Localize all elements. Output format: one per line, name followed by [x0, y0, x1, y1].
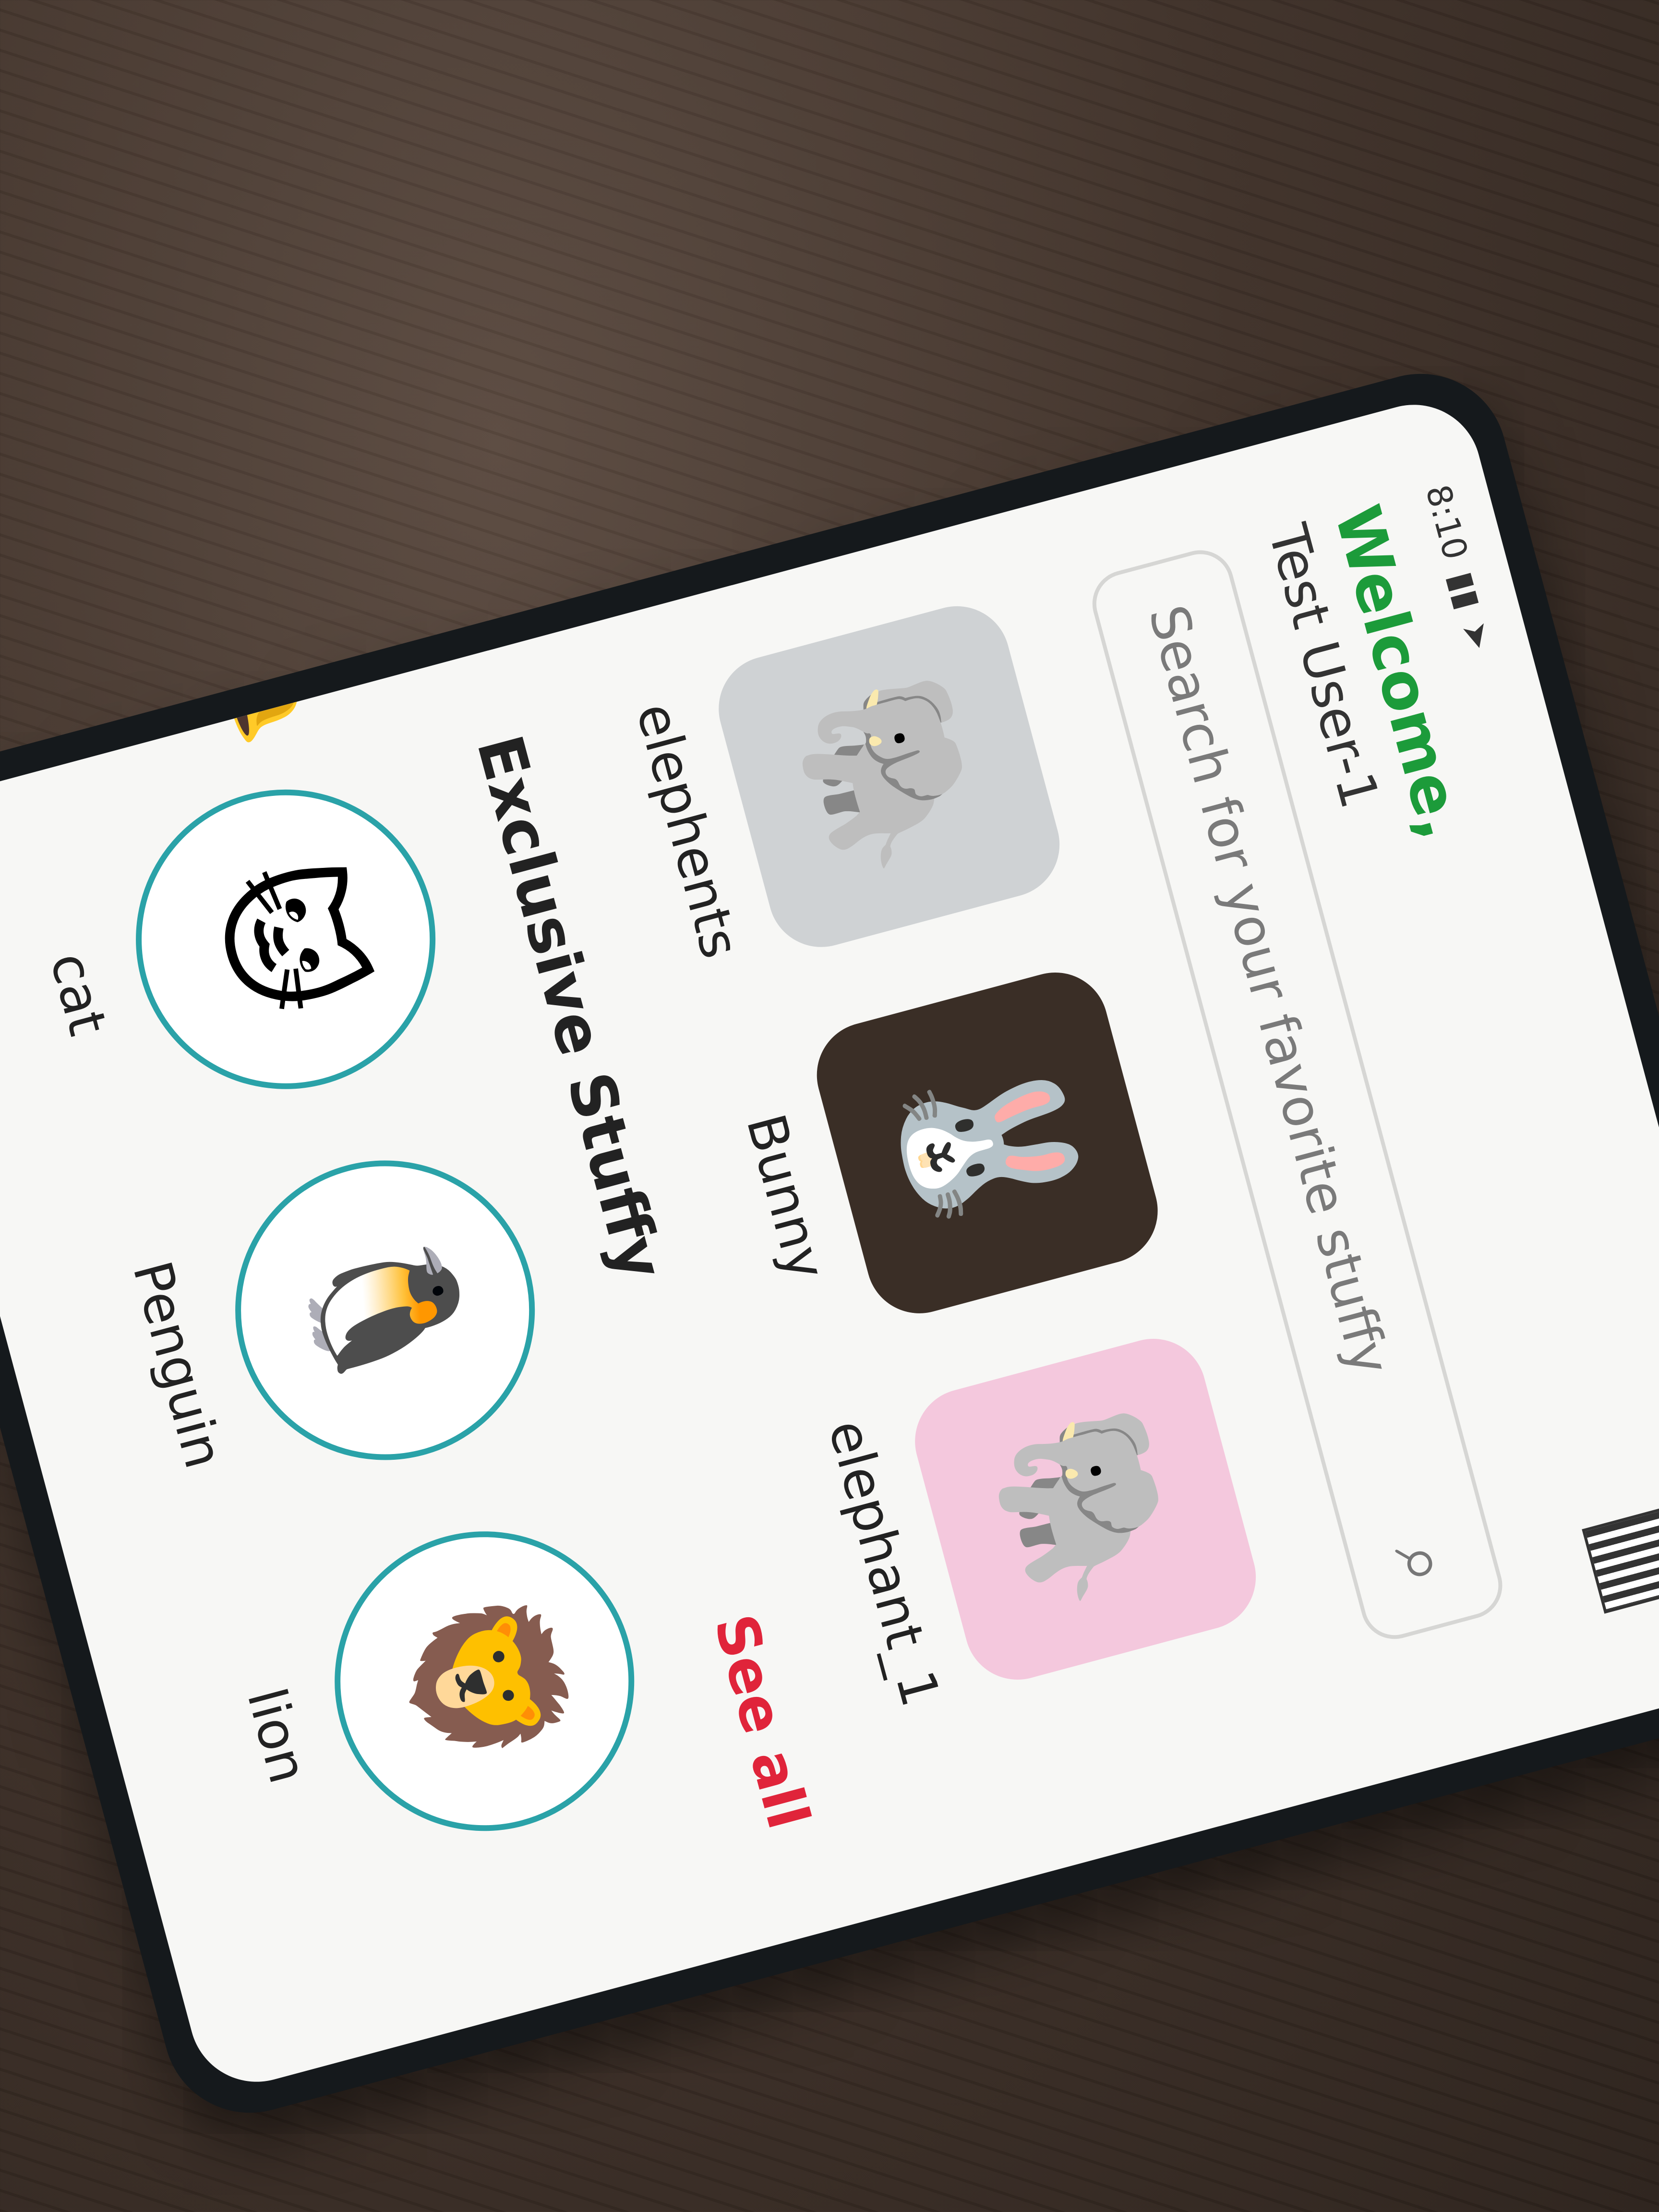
qr-code-icon[interactable]	[1582, 1506, 1659, 1614]
circle-penguin[interactable]: 🐧 Penguin	[110, 1127, 569, 1516]
elephant-pink-plush-icon: 🐘	[903, 1327, 1268, 1692]
card-elephant-1[interactable]: 🐘 elephant_1	[816, 1327, 1268, 1715]
signal-icon: ▮▮	[1441, 567, 1489, 613]
circle-lion[interactable]: 🦁 lion	[209, 1498, 668, 1887]
penguin-plush-icon: 🐧	[202, 1127, 569, 1494]
circle-label: Penguin	[121, 1255, 235, 1475]
circle-label: lion	[235, 1682, 320, 1790]
card-bunny[interactable]: 🐰 Bunny	[718, 961, 1170, 1348]
lion-plush-icon: 🦁	[301, 1498, 668, 1865]
bunny-plush-icon: 🐰	[805, 961, 1170, 1325]
see-all-link[interactable]: See all	[701, 1608, 822, 1836]
elephant-plush-icon: 🐘	[707, 594, 1071, 959]
cat-plush-icon: 🐱	[102, 756, 469, 1123]
card-elephents[interactable]: 🐘 elephents	[620, 594, 1071, 982]
status-time: 8:10	[1418, 481, 1476, 564]
location-icon: ➤	[1454, 617, 1500, 655]
status-bar: 8:10 ▮▮ ➤	[1418, 481, 1500, 654]
circle-label: cat	[38, 946, 119, 1042]
circle-cat[interactable]: 🐱 cat	[11, 756, 469, 1146]
